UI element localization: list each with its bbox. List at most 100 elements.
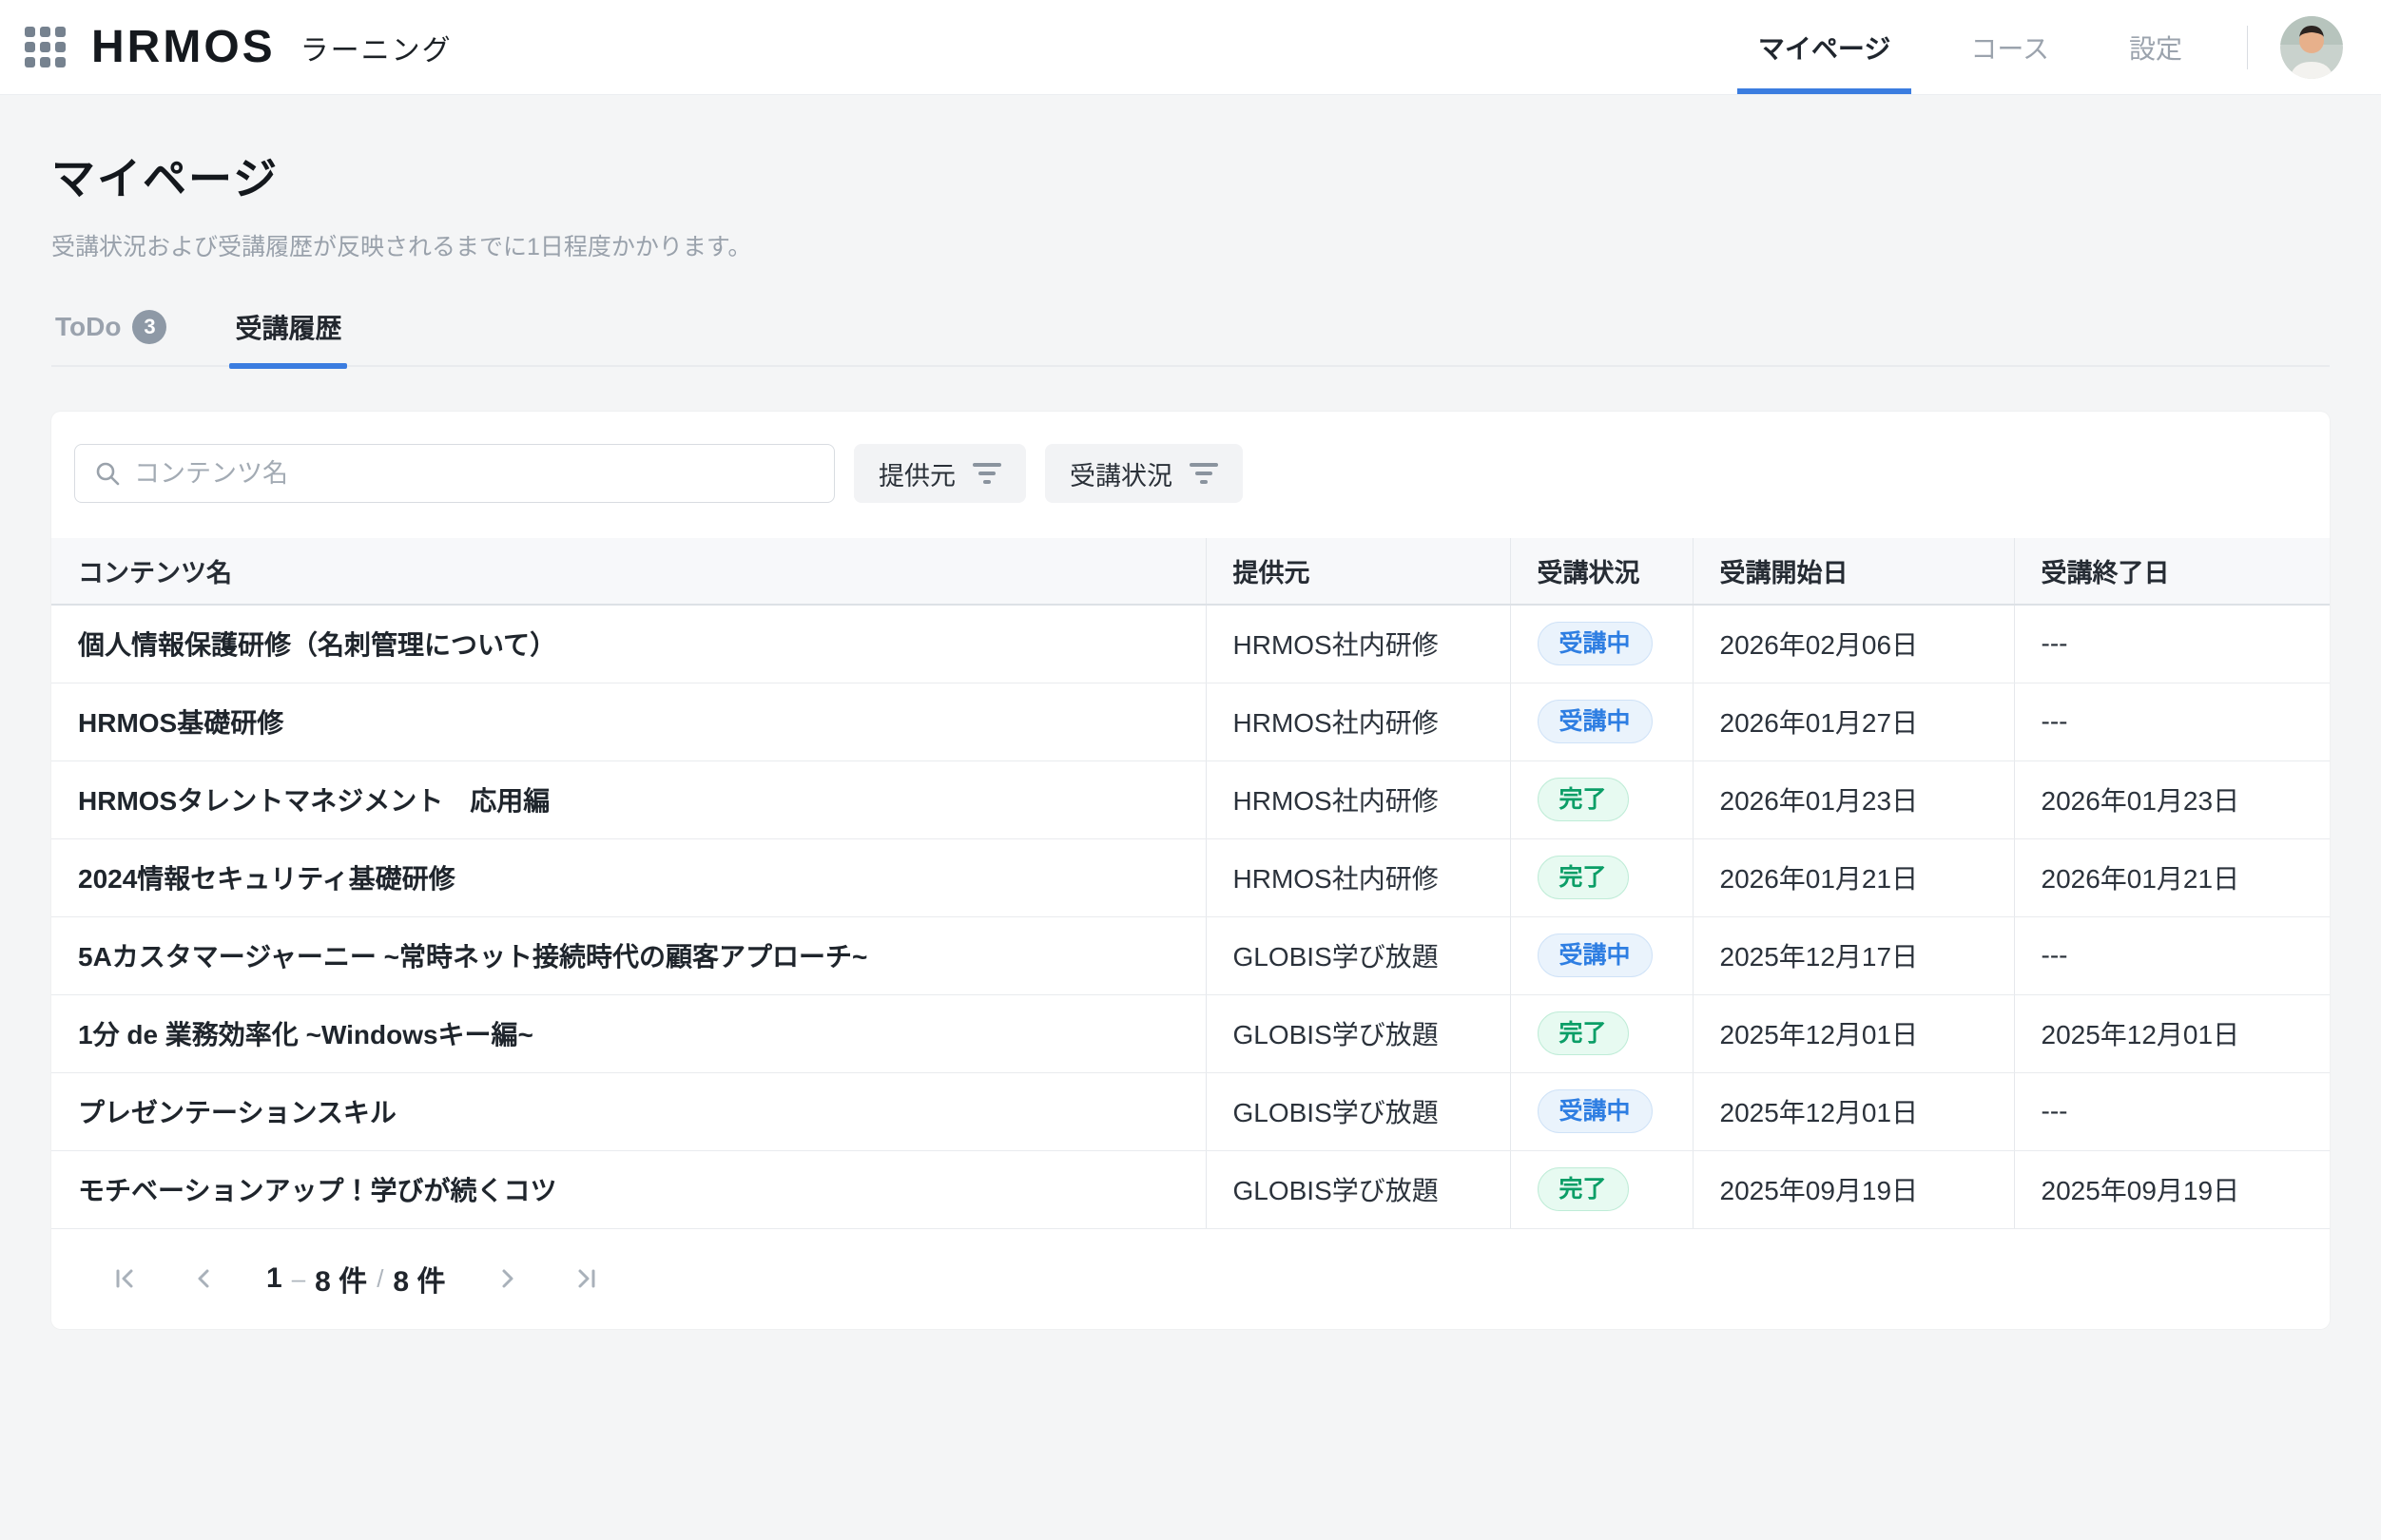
provider-cell: GLOBIS学び放題 — [1206, 994, 1510, 1072]
content-name-cell: モチベーションアップ！学びが続くコツ — [51, 1150, 1206, 1228]
status-cell: 受講中 — [1510, 605, 1693, 683]
content-name-cell: 5Aカスタマージャーニー ~常時ネット接続時代の顧客アプローチ~ — [51, 916, 1206, 994]
col-header-status: 受講状況 — [1510, 538, 1693, 605]
content-name-cell: 2024情報セキュリティ基礎研修 — [51, 838, 1206, 916]
nav-item-settings[interactable]: 設定 — [2114, 0, 2197, 94]
content-name-cell: HRMOS基礎研修 — [51, 683, 1206, 760]
provider-cell: HRMOS社内研修 — [1206, 683, 1510, 760]
provider-cell: GLOBIS学び放題 — [1206, 1072, 1510, 1150]
status-badge: 受講中 — [1538, 934, 1653, 977]
provider-cell: HRMOS社内研修 — [1206, 760, 1510, 838]
content-name-cell: プレゼンテーションスキル — [51, 1072, 1206, 1150]
tab-todo[interactable]: ToDo 3 — [51, 308, 170, 365]
header-divider — [2247, 26, 2248, 69]
search-box[interactable] — [74, 444, 835, 503]
status-badge: 受講中 — [1538, 700, 1653, 743]
status-cell: 完了 — [1510, 1150, 1693, 1228]
tab-history[interactable]: 受講履歴 — [231, 308, 345, 365]
table-row[interactable]: 2024情報セキュリティ基礎研修HRMOS社内研修完了 2026年01月21日20… — [51, 838, 2330, 916]
start-date-cell: 2025年12月01日 — [1693, 994, 2014, 1072]
col-header-end-date: 受講終了日 — [2014, 538, 2330, 605]
start-date-cell: 2025年12月01日 — [1693, 1072, 2014, 1150]
nav-item-mypage[interactable]: マイページ — [1743, 0, 1906, 94]
content-name-cell: 個人情報保護研修（名刺管理について） — [51, 605, 1206, 683]
range-separator: / — [377, 1264, 383, 1294]
start-date-cell: 2026年01月23日 — [1693, 760, 2014, 838]
table-row[interactable]: 1分 de 業務効率化 ~Windowsキー編~GLOBIS学び放題完了2025… — [51, 994, 2330, 1072]
status-badge: 完了 — [1538, 1167, 1629, 1211]
status-cell: 受講中 — [1510, 916, 1693, 994]
search-input[interactable] — [134, 459, 815, 489]
col-header-start-date: 受講開始日 — [1693, 538, 2014, 605]
first-page-button[interactable] — [99, 1252, 152, 1305]
search-icon — [94, 460, 121, 487]
status-badge: 完了 — [1538, 856, 1629, 899]
start-date-cell: 2026年01月21日 — [1693, 838, 2014, 916]
status-badge: 受講中 — [1538, 622, 1653, 665]
status-badge: 受講中 — [1538, 1089, 1653, 1133]
table-row[interactable]: HRMOS基礎研修HRMOS社内研修受講中 2026年01月27日--- — [51, 683, 2330, 760]
end-date-cell: 2026年01月23日 — [2014, 760, 2330, 838]
end-date-cell: --- — [2014, 916, 2330, 994]
table-row[interactable]: 5Aカスタマージャーニー ~常時ネット接続時代の顧客アプローチ~GLOBIS学び… — [51, 916, 2330, 994]
pagination: 1 – 8 件 / 8 件 — [51, 1229, 2330, 1329]
last-page-button[interactable] — [559, 1252, 612, 1305]
table-row[interactable]: モチベーションアップ！学びが続くコツGLOBIS学び放題完了 2025年09月19… — [51, 1150, 2330, 1228]
status-filter-label: 受講状況 — [1070, 455, 1172, 492]
status-cell: 完了 — [1510, 760, 1693, 838]
filter-lines-icon — [973, 463, 1001, 484]
end-date-cell: 2025年12月01日 — [2014, 994, 2330, 1072]
start-date-cell: 2026年01月27日 — [1693, 683, 2014, 760]
logo-product-name: ラーニング — [300, 27, 453, 68]
main-nav: マイページ コース 設定 — [1718, 0, 2222, 94]
end-date-cell: --- — [2014, 683, 2330, 760]
table-row[interactable]: 個人情報保護研修（名刺管理について）HRMOS社内研修受講中 2026年02月06… — [51, 605, 2330, 683]
status-cell: 完了 — [1510, 994, 1693, 1072]
page-subtitle: 受講状況および受講履歴が反映されるまでに1日程度かかります。 — [51, 228, 2330, 262]
provider-filter-label: 提供元 — [879, 455, 956, 492]
tab-todo-label: ToDo — [55, 312, 121, 342]
range-start: 1 — [266, 1262, 282, 1295]
end-date-cell: 2025年09月19日 — [2014, 1150, 2330, 1228]
user-avatar[interactable] — [2280, 16, 2343, 79]
filter-row: 提供元 受講状況 — [51, 444, 2330, 503]
range-dash: – — [292, 1264, 305, 1294]
table-header-row: コンテンツ名 提供元 受講状況 受講開始日 受講終了日 — [51, 538, 2330, 605]
status-cell: 受講中 — [1510, 1072, 1693, 1150]
end-date-cell: 2026年01月21日 — [2014, 838, 2330, 916]
provider-filter-button[interactable]: 提供元 — [854, 444, 1026, 503]
range-end: 8 件 — [315, 1258, 367, 1299]
table-row[interactable]: プレゼンテーションスキルGLOBIS学び放題受講中2025年12月01日--- — [51, 1072, 2330, 1150]
chevron-right-icon — [494, 1264, 522, 1293]
history-table: コンテンツ名 提供元 受講状況 受講開始日 受講終了日 個人情報保護研修（名刺管… — [51, 538, 2330, 1229]
provider-cell: HRMOS社内研修 — [1206, 605, 1510, 683]
content-name-cell: HRMOSタレントマネジメント 応用編 — [51, 760, 1206, 838]
tab-bar: ToDo 3 受講履歴 — [51, 308, 2330, 367]
start-date-cell: 2026年02月06日 — [1693, 605, 2014, 683]
next-page-button[interactable] — [481, 1252, 534, 1305]
page-title: マイページ — [51, 144, 2330, 207]
content-name-cell: 1分 de 業務効率化 ~Windowsキー編~ — [51, 994, 1206, 1072]
hrmos-logo: HRMOS — [91, 21, 276, 73]
start-date-cell: 2025年12月17日 — [1693, 916, 2014, 994]
total-count: 8 件 — [393, 1258, 445, 1299]
last-page-icon — [571, 1264, 600, 1293]
nav-item-courses[interactable]: コース — [1955, 0, 2064, 94]
page-content: マイページ 受講状況および受講履歴が反映されるまでに1日程度かかります。 ToD… — [0, 144, 2381, 1329]
chevron-left-icon — [189, 1264, 218, 1293]
status-cell: 完了 — [1510, 838, 1693, 916]
provider-cell: GLOBIS学び放題 — [1206, 1150, 1510, 1228]
start-date-cell: 2025年09月19日 — [1693, 1150, 2014, 1228]
app-header: HRMOS ラーニング マイページ コース 設定 — [0, 0, 2381, 95]
end-date-cell: --- — [2014, 605, 2330, 683]
filter-lines-icon — [1190, 463, 1218, 484]
status-filter-button[interactable]: 受講状況 — [1045, 444, 1243, 503]
table-row[interactable]: HRMOSタレントマネジメント 応用編HRMOS社内研修完了2026年01月23… — [51, 760, 2330, 838]
first-page-icon — [111, 1264, 140, 1293]
app-launcher-icon[interactable] — [25, 27, 68, 68]
provider-cell: HRMOS社内研修 — [1206, 838, 1510, 916]
history-card: 提供元 受講状況 コンテンツ名 提供元 受講状況 受講開始日 受講終了日 — [51, 412, 2330, 1329]
prev-page-button[interactable] — [177, 1252, 230, 1305]
status-cell: 受講中 — [1510, 683, 1693, 760]
col-header-provider: 提供元 — [1206, 538, 1510, 605]
